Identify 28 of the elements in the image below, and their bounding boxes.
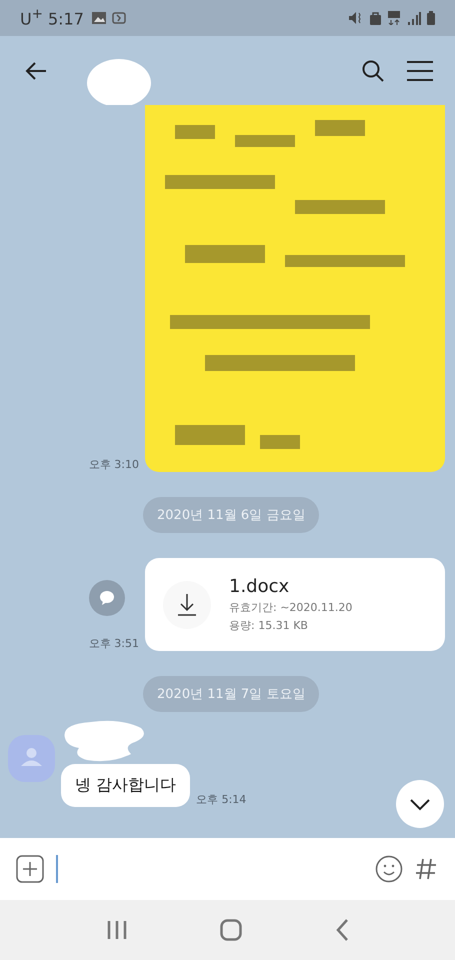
back-icon[interactable] [24,60,48,80]
download-icon[interactable] [163,580,211,628]
file-name: 1.docx [229,576,290,597]
message-bubble: 넹 감사합니다 [61,764,190,807]
scroll-down-button[interactable] [396,780,444,828]
message-time: 오후 3:51 [88,636,139,651]
search-icon[interactable] [361,58,385,82]
date-divider: 2020년 11월 7일 토요일 [143,676,320,712]
file-expiry: 유효기간: ~2020.11.20 [229,600,352,615]
recent-apps-button[interactable] [106,920,128,940]
menu-icon[interactable] [407,60,433,80]
share-button[interactable] [88,580,125,616]
file-message[interactable]: 1.docx 유효기간: ~2020.11.20 용량: 15.31 KB [145,558,445,651]
gallery-icon [92,12,106,24]
message-time: 오후 3:10 [88,457,139,472]
message-time: 오후 5:14 [196,792,246,807]
back-button[interactable] [334,919,349,941]
signal-icon [407,12,421,24]
battery-icon [427,11,435,25]
redaction-blot [86,56,152,104]
emoji-icon[interactable] [375,855,403,883]
date-divider: 2020년 11월 6일 금요일 [143,497,320,533]
file-size: 용량: 15.31 KB [229,618,309,633]
hashtag-icon[interactable] [415,857,437,881]
home-button[interactable] [220,919,242,941]
status-time: U$^{+}$ 5:17 [20,7,84,29]
network-icon [387,11,401,25]
add-icon[interactable] [16,855,44,883]
